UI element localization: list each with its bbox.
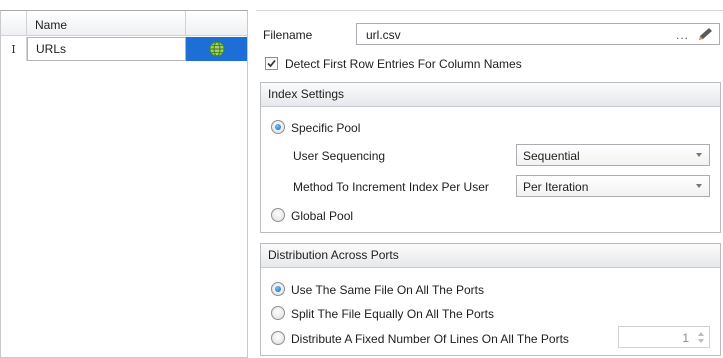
index-settings-group: Index Settings Specific Pool User Sequen… [260, 82, 721, 233]
globe-icon [209, 41, 224, 57]
split-file-radio[interactable] [271, 306, 285, 320]
row-edit-indicator: I [1, 37, 27, 61]
chevron-down-icon[interactable] [698, 339, 704, 343]
filename-field[interactable]: url.csv ... [356, 23, 720, 45]
global-pool-label: Global Pool [291, 209, 354, 223]
row-indicator-header [1, 11, 27, 36]
icon-column-header[interactable] [186, 11, 247, 36]
fixed-lines-label: Distribute A Fixed Number Of Lines On Al… [291, 332, 569, 346]
fixed-lines-radio[interactable] [271, 331, 285, 345]
fixed-lines-stepper[interactable]: 1 [618, 326, 710, 348]
chevron-down-icon [696, 153, 702, 157]
user-sequencing-label: User Sequencing [293, 149, 386, 163]
file-settings-panel: Filename url.csv ... Detect First Row En… [256, 0, 723, 358]
same-file-label: Use The Same File On All The Ports [291, 283, 484, 297]
chevron-down-icon [696, 184, 702, 188]
data-source-grid: Name I URLs [0, 10, 248, 358]
filename-value: url.csv [366, 28, 401, 42]
row-name-cell[interactable]: URLs [27, 37, 186, 61]
split-file-label: Split The File Equally On All The Ports [291, 307, 494, 321]
filename-label: Filename [263, 28, 313, 42]
detect-header-checkbox[interactable] [265, 57, 278, 70]
table-row[interactable]: I URLs [1, 37, 247, 61]
fixed-lines-value: 1 [682, 331, 689, 345]
global-pool-radio[interactable] [271, 208, 285, 222]
increment-method-value: Per Iteration [523, 180, 589, 194]
same-file-radio[interactable] [271, 282, 285, 296]
distribution-group: Distribution Across Ports Use The Same F… [260, 243, 721, 356]
panel-top-divider [256, 10, 723, 11]
checkmark-icon [267, 59, 276, 68]
increment-method-label: Method To Increment Index Per User [293, 180, 489, 194]
pencil-icon[interactable] [696, 26, 714, 46]
grid-header: Name [1, 11, 247, 36]
browse-button[interactable]: ... [676, 28, 689, 42]
specific-pool-radio[interactable] [271, 120, 285, 134]
user-sequencing-value: Sequential [523, 149, 580, 163]
chevron-up-icon[interactable] [698, 332, 704, 336]
increment-method-select[interactable]: Per Iteration [516, 175, 710, 197]
user-sequencing-select[interactable]: Sequential [516, 144, 710, 166]
name-column-label: Name [35, 18, 68, 32]
specific-pool-label: Specific Pool [291, 121, 361, 135]
distribution-title: Distribution Across Ports [261, 244, 720, 268]
detect-header-label: Detect First Row Entries For Column Name… [285, 57, 522, 71]
index-settings-title: Index Settings [261, 83, 720, 107]
row-icon-cell[interactable] [186, 37, 247, 61]
